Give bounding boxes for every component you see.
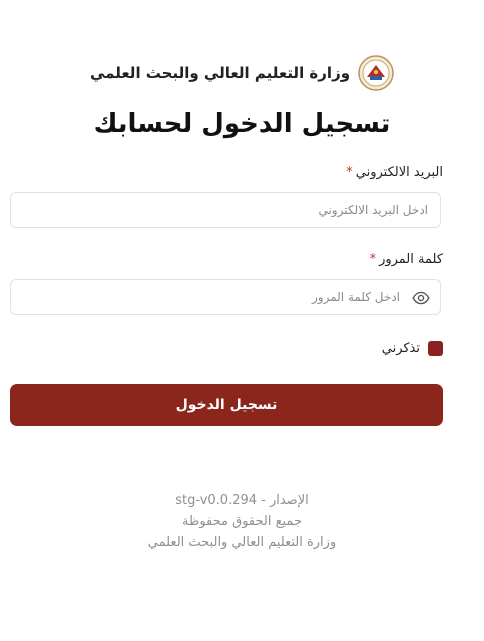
password-field-box <box>10 279 441 315</box>
remember-me-label: تذكرني <box>381 341 420 356</box>
email-label: البريد الالكتروني* <box>346 163 443 183</box>
page-title: تسجيل الدخول لحسابك <box>93 109 391 139</box>
email-label-text: البريد الالكتروني <box>355 165 443 180</box>
footer-org-name: وزارة التعليم العالي والبحث العلمي <box>147 535 337 550</box>
org-name: وزارة التعليم العالي والبحث العلمي <box>89 64 351 82</box>
login-button[interactable]: تسجيل الدخول <box>10 384 443 426</box>
eye-icon[interactable] <box>412 289 430 307</box>
rights-text: جميع الحقوق محفوظة <box>182 514 302 529</box>
required-mark: * <box>346 165 353 180</box>
password-label-text: كلمة المرور <box>379 252 443 267</box>
footer: الإصدار - stg-v0.0.294 جميع الحقوق محفوظ… <box>0 490 484 553</box>
required-mark: * <box>369 252 377 267</box>
brand-header: وزارة التعليم العالي والبحث العلمي <box>0 55 484 91</box>
version-text: الإصدار - stg-v0.0.294 <box>175 493 309 508</box>
remember-me[interactable]: تذكرني <box>382 341 443 356</box>
email-field-box <box>10 192 441 228</box>
ministry-seal-icon <box>358 55 394 91</box>
password-label: كلمة المرور* <box>370 250 443 270</box>
password-field[interactable] <box>11 280 440 314</box>
remember-me-checkbox[interactable] <box>428 341 443 356</box>
email-field[interactable] <box>11 193 440 227</box>
login-page: وزارة التعليم العالي والبحث العلمي تسجيل… <box>0 0 484 641</box>
